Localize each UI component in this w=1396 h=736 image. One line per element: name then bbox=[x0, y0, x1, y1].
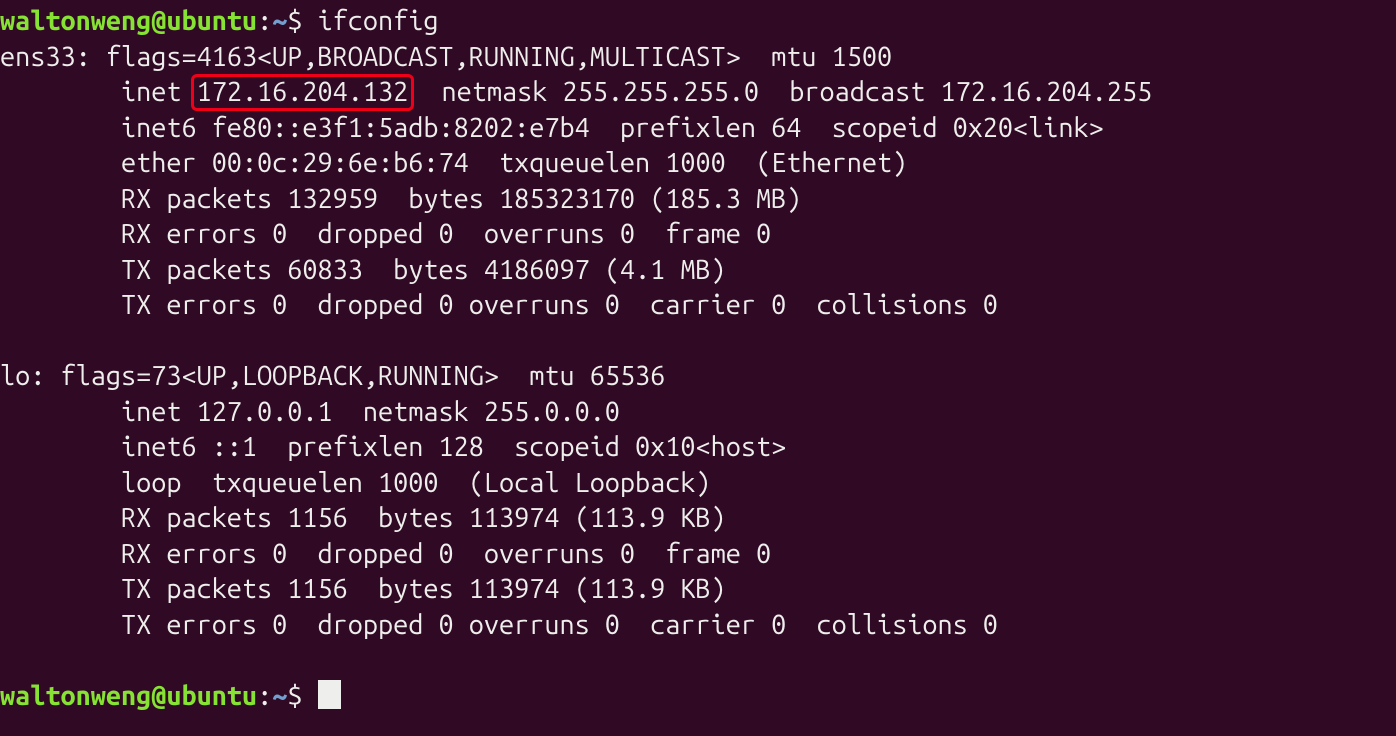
terminal-screen[interactable]: waltonweng@ubuntu:~$ ifconfig ens33: fla… bbox=[0, 0, 1396, 714]
prompt-dollar-2: $ bbox=[287, 681, 302, 711]
prompt-colon-2: : bbox=[257, 681, 272, 711]
ens33-tx1: TX packets 60833 bytes 4186097 (4.1 MB) bbox=[121, 255, 726, 285]
prompt-path: ~ bbox=[272, 6, 287, 36]
ens33-ether: ether 00:0c:29:6e:b6:74 txqueuelen 1000 … bbox=[121, 148, 907, 178]
prompt-host: ubuntu bbox=[166, 6, 257, 36]
space bbox=[302, 6, 317, 36]
lo-inet6: inet6 ::1 prefixlen 128 scopeid 0x10<hos… bbox=[121, 432, 786, 462]
ens33-rx1: RX packets 132959 bytes 185323170 (185.3… bbox=[121, 184, 801, 214]
lo-rx2: RX errors 0 dropped 0 overruns 0 frame 0 bbox=[121, 539, 771, 569]
ens33-ip-highlight: 172.16.204.132 bbox=[191, 74, 415, 111]
iface-ens33: ens33: bbox=[0, 42, 91, 72]
prompt-at-2: @ bbox=[151, 681, 166, 711]
prompt-host-2: ubuntu bbox=[166, 681, 257, 711]
iface-lo: lo: bbox=[0, 361, 45, 391]
prompt-user-2: waltonweng bbox=[0, 681, 151, 711]
command-text: ifconfig bbox=[318, 6, 439, 36]
lo-inet: inet 127.0.0.1 netmask 255.0.0.0 bbox=[121, 397, 620, 427]
prompt-dollar: $ bbox=[287, 6, 302, 36]
ens33-inet-label: inet bbox=[121, 77, 181, 107]
prompt-user: waltonweng bbox=[0, 6, 151, 36]
prompt-colon: : bbox=[257, 6, 272, 36]
lo-loop: loop txqueuelen 1000 (Local Loopback) bbox=[121, 468, 711, 498]
lo-flags: flags=73<UP,LOOPBACK,RUNNING> mtu 65536 bbox=[61, 361, 666, 391]
ens33-inet6: inet6 fe80::e3f1:5adb:8202:e7b4 prefixle… bbox=[121, 113, 1104, 143]
prompt-path-2: ~ bbox=[272, 681, 287, 711]
lo-tx1: TX packets 1156 bytes 113974 (113.9 KB) bbox=[121, 574, 726, 604]
ens33-rx2: RX errors 0 dropped 0 overruns 0 frame 0 bbox=[121, 219, 771, 249]
ens33-flags: flags=4163<UP,BROADCAST,RUNNING,MULTICAS… bbox=[106, 42, 892, 72]
ens33-inet-rest: netmask 255.255.255.0 broadcast 172.16.2… bbox=[411, 77, 1152, 107]
cursor-block[interactable] bbox=[318, 680, 342, 708]
prompt-at: @ bbox=[151, 6, 166, 36]
ens33-tx2: TX errors 0 dropped 0 overruns 0 carrier… bbox=[121, 290, 998, 320]
lo-rx1: RX packets 1156 bytes 113974 (113.9 KB) bbox=[121, 503, 726, 533]
lo-tx2: TX errors 0 dropped 0 overruns 0 carrier… bbox=[121, 610, 998, 640]
space-2 bbox=[302, 681, 317, 711]
